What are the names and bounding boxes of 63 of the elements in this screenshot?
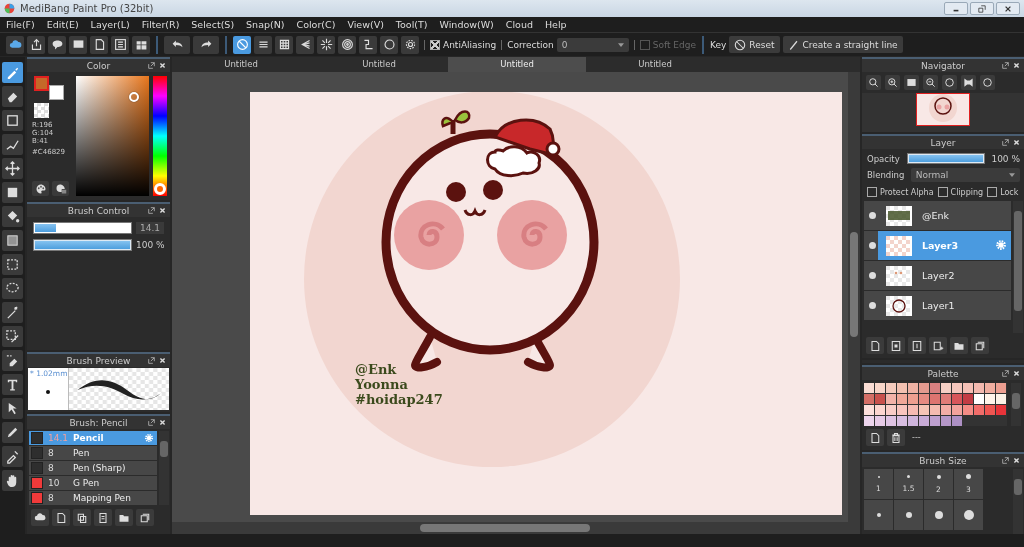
menu-item[interactable]: Snap(N)	[246, 19, 285, 30]
opacity-label: Opacity	[867, 153, 901, 164]
panel-title: Brush Control	[67, 205, 130, 216]
layer-opacity-value: 100 %	[991, 153, 1020, 164]
reset-button[interactable]: Reset	[729, 36, 780, 53]
menu-item[interactable]: Select(S)	[191, 19, 235, 30]
blending-dropdown[interactable]: Normal	[910, 168, 1020, 182]
brush-size-field[interactable]: 14.1	[136, 222, 165, 234]
brush-name: Mapping Pen	[73, 493, 131, 503]
signature-text: #hoidap247	[355, 392, 443, 407]
brush-list-item[interactable]: 8 Mapping Pen	[29, 491, 157, 505]
menu-item[interactable]: Filter(R)	[141, 19, 180, 30]
menu-item[interactable]: Window(W)	[439, 19, 494, 30]
brush-list-item[interactable]: 8 Pen (Sharp)	[29, 461, 157, 475]
layer-option-label: Protect Alpha	[880, 187, 934, 197]
palette-name: ---	[912, 433, 921, 442]
menu-item[interactable]: File(F)	[6, 19, 35, 30]
menu-item[interactable]: Help	[544, 19, 567, 30]
panel-title: Brush: Pencil	[69, 417, 128, 428]
blending-label: Blending	[867, 170, 905, 180]
brush-size: 14.1	[48, 433, 68, 443]
antialiasing-label: AntiAliasing	[443, 39, 497, 50]
key-label: Key	[710, 39, 727, 50]
layer-row[interactable]: Layer1	[864, 291, 1011, 320]
layer-option-label: Clipping	[950, 187, 984, 197]
menu-item[interactable]: Edit(E)	[46, 19, 79, 30]
panel-title: Navigator	[920, 60, 965, 71]
brush-size: 10	[48, 478, 61, 488]
window-title: MediBang Paint Pro (32bit)	[20, 3, 154, 14]
signature-text: Yoonna	[355, 377, 408, 392]
panel-title: Palette	[927, 368, 959, 379]
brush-opacity-value: 100 %	[136, 240, 165, 250]
panel-title: Color	[86, 60, 111, 71]
brush-name: Pen (Sharp)	[73, 463, 126, 473]
layer-row[interactable]: @Enk	[864, 201, 1011, 230]
layer-name: Layer2	[922, 270, 955, 281]
menu-item[interactable]: Tool(T)	[395, 19, 428, 30]
brush-size: 8	[48, 493, 55, 503]
soft-edge-label: Soft Edge	[652, 39, 696, 50]
layer-name: @Enk	[922, 210, 950, 221]
brush-name: G Pen	[73, 478, 100, 488]
brush-list-item[interactable]: 8 Pen	[29, 446, 157, 460]
signature-text: @Enk	[355, 362, 397, 377]
brush-name: Pencil	[73, 433, 104, 443]
menu-item[interactable]: Layer(L)	[90, 19, 130, 30]
correction-label: Correction	[507, 39, 554, 50]
brush-size: 8	[48, 448, 55, 458]
document-tab[interactable]: Untitled	[448, 57, 586, 72]
brush-name: Pen	[73, 448, 90, 458]
panel-title: Brush Size	[919, 455, 967, 466]
layer-name: Layer1	[922, 300, 955, 311]
panel-title: Layer	[930, 137, 956, 148]
brush-list-item[interactable]: 10 G Pen	[29, 476, 157, 490]
menu-item[interactable]: View(V)	[347, 19, 384, 30]
menu-item[interactable]: Color(C)	[296, 19, 336, 30]
straight-line-button[interactable]: Create a straight line	[782, 36, 903, 53]
layer-row[interactable]: Layer2	[864, 261, 1011, 290]
menu-item[interactable]: Cloud	[505, 19, 533, 30]
correction-dropdown[interactable]: 0	[556, 37, 629, 52]
layer-option-label: Lock	[1000, 187, 1019, 197]
brush-size: 8	[48, 463, 55, 473]
layer-name: Layer3	[922, 240, 959, 251]
panel-title: Brush Preview	[66, 355, 131, 366]
